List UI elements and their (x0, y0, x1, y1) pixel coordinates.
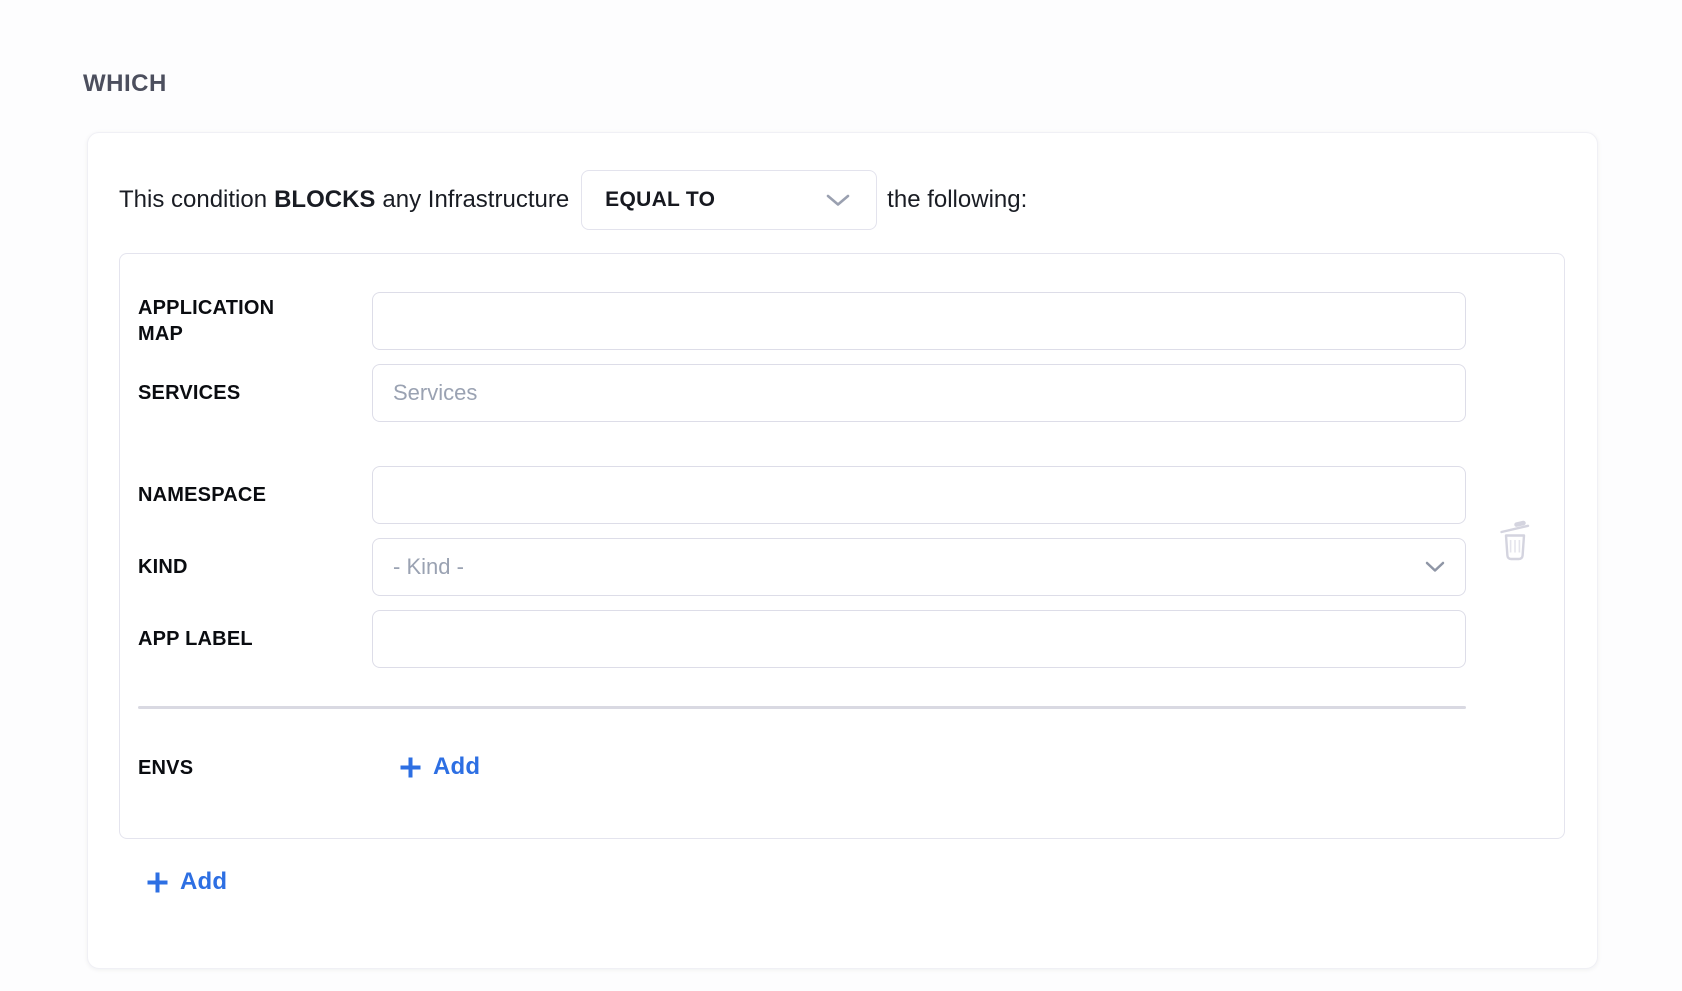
services-label: SERVICES (138, 380, 313, 406)
field-row-services: SERVICES (138, 364, 1466, 422)
sentence-prefix: This condition (119, 186, 267, 213)
chevron-down-icon (826, 194, 850, 207)
field-row-app-label: APP LABEL (138, 610, 1466, 668)
app-label-input[interactable] (372, 610, 1466, 668)
operator-value: EQUAL TO (605, 188, 715, 212)
page: WHICH This condition BLOCKS any Infrastruc… (0, 0, 1682, 991)
field-row-application-map: APPLICATION MAP (138, 292, 1466, 350)
section-title: WHICH (83, 70, 167, 98)
field-row-namespace: NAMESPACE (138, 466, 1466, 524)
namespace-label: NAMESPACE (138, 482, 313, 508)
condition-card: This condition BLOCKS any Infrastructure E… (87, 132, 1598, 969)
sentence-middle: any Infrastructure (382, 186, 569, 213)
application-map-label: APPLICATION MAP (138, 295, 313, 347)
operator-select[interactable]: EQUAL TO (581, 170, 877, 230)
add-condition-button[interactable]: Add (146, 866, 227, 898)
trash-icon[interactable] (1498, 520, 1532, 562)
infrastructure-filter-card: APPLICATION MAP SERVICES NAMESPACE KIND … (119, 253, 1565, 839)
condition-sentence: This condition BLOCKS any Infrastructure E… (119, 169, 1566, 231)
chevron-down-icon (1425, 561, 1445, 573)
sentence-text: This condition BLOCKS any Infrastructure (119, 186, 569, 214)
envs-label: ENVS (138, 755, 313, 781)
envs-add-wrap: Add (372, 753, 480, 784)
field-row-kind: KIND - Kind - (138, 538, 1466, 596)
filter-fields: APPLICATION MAP SERVICES NAMESPACE KIND … (138, 292, 1466, 790)
services-input[interactable] (372, 364, 1466, 422)
condition-verb: BLOCKS (274, 186, 375, 213)
add-condition-label: Add (180, 868, 227, 896)
kind-select[interactable]: - Kind - (372, 538, 1466, 596)
field-row-envs: ENVS Add (138, 753, 1466, 784)
envs-add-button[interactable]: Add (399, 753, 480, 781)
sentence-suffix: the following: (887, 186, 1027, 214)
plus-icon (146, 871, 169, 894)
kind-placeholder: - Kind - (393, 554, 464, 580)
kind-label: KIND (138, 554, 313, 580)
trash-column (1466, 292, 1564, 790)
plus-icon (399, 756, 422, 779)
envs-add-label: Add (433, 753, 480, 781)
namespace-input[interactable] (372, 466, 1466, 524)
app-label-label: APP LABEL (138, 626, 313, 652)
section-divider (138, 706, 1466, 709)
application-map-input[interactable] (372, 292, 1466, 350)
